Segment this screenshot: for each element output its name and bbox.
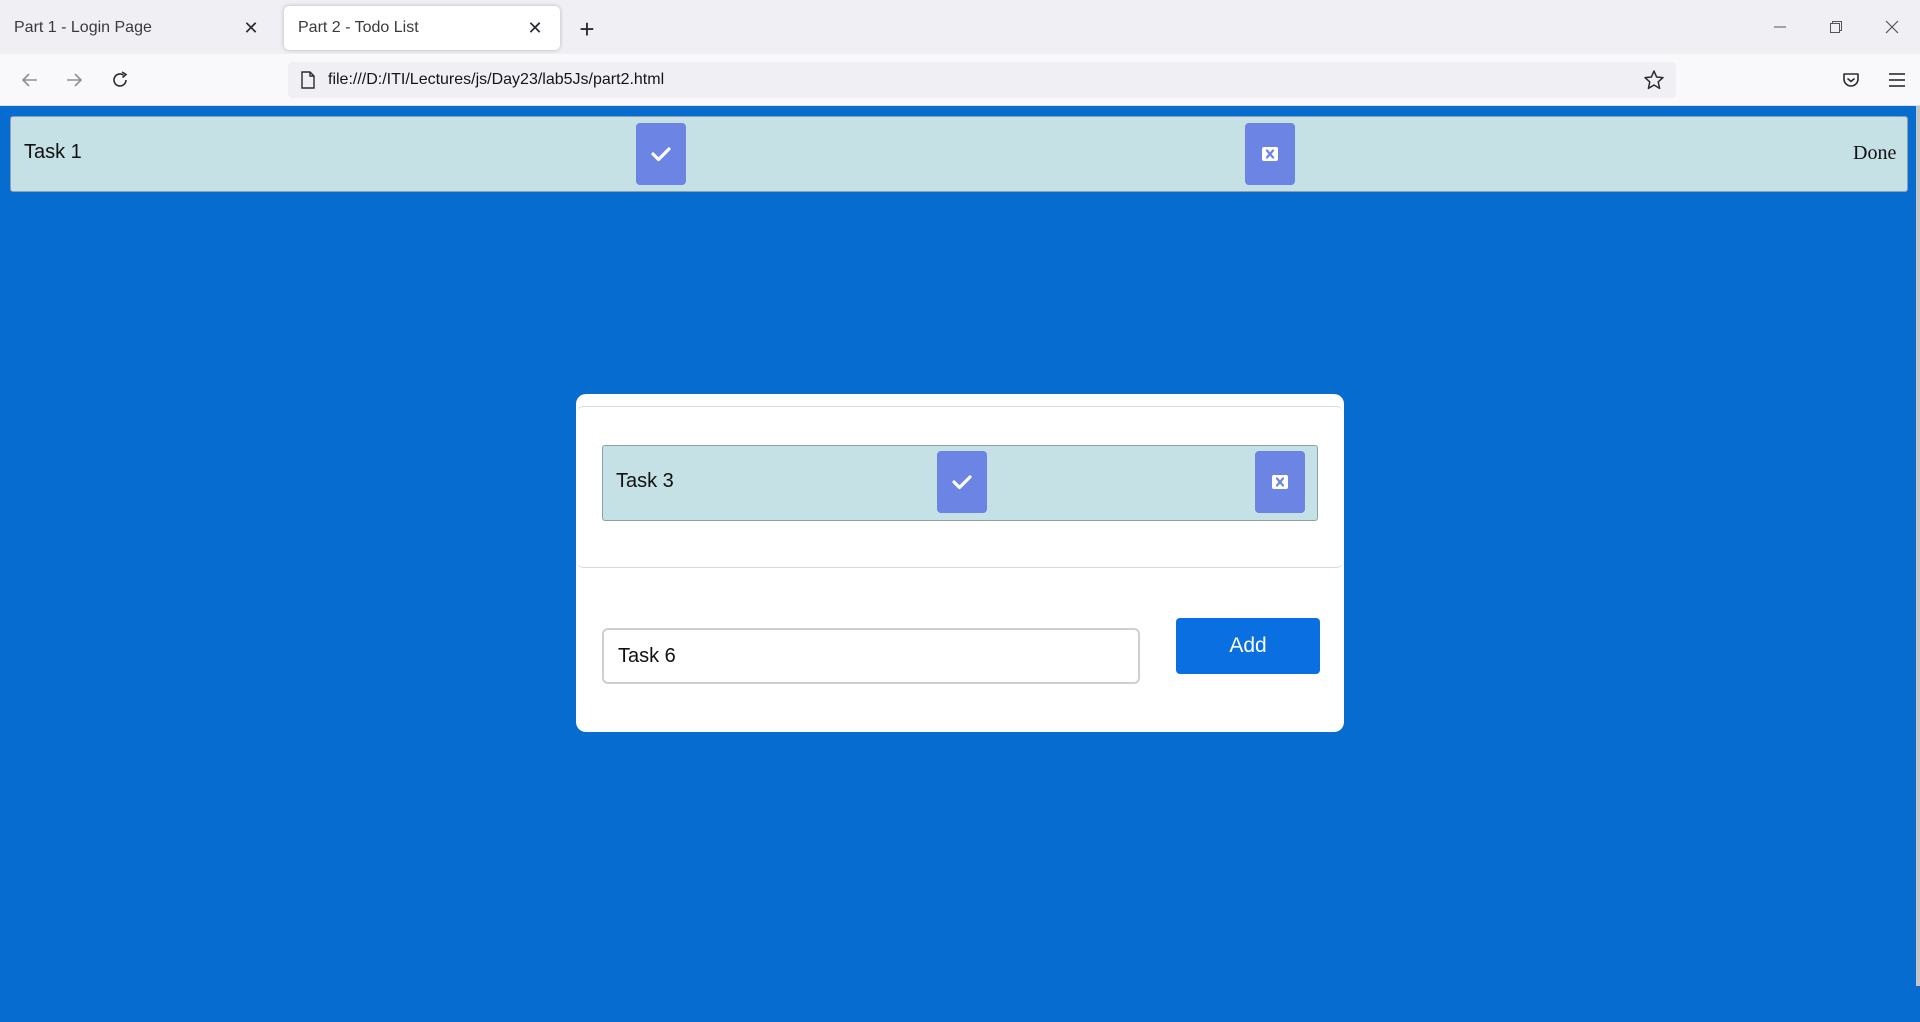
- browser-nav-bar: file:///D:/ITI/Lectures/js/Day23/lab5Js/…: [0, 54, 1920, 106]
- restore-icon[interactable]: [1808, 0, 1864, 54]
- todo-card: Task 3 Add: [576, 394, 1344, 732]
- square-x-icon: [1272, 475, 1288, 489]
- close-tab-icon[interactable]: ✕: [524, 17, 546, 39]
- complete-task-button[interactable]: [937, 451, 987, 513]
- toolbar-right: [1828, 64, 1920, 96]
- bookmark-star-icon[interactable]: [1632, 69, 1676, 91]
- pocket-icon[interactable]: [1828, 64, 1874, 96]
- delete-task-button[interactable]: [1245, 123, 1295, 185]
- pending-task-list: Task 3: [576, 406, 1344, 568]
- close-tab-icon[interactable]: ✕: [240, 17, 262, 39]
- minimize-icon[interactable]: [1752, 0, 1808, 54]
- square-x-icon: [1262, 147, 1278, 161]
- tab-todo-list[interactable]: Part 2 - Todo List ✕: [284, 6, 560, 50]
- window-controls: [1752, 0, 1920, 54]
- browser-tab-bar: Part 1 - Login Page ✕ Part 2 - Todo List…: [0, 0, 1920, 54]
- pending-task-row: Task 3: [602, 445, 1318, 521]
- add-task-button[interactable]: Add: [1176, 618, 1320, 674]
- task-label: Task 1: [24, 141, 82, 163]
- forward-arrow-icon[interactable]: [58, 64, 90, 96]
- page-viewport: Task 1 Done Task 3 Add: [0, 106, 1920, 1022]
- new-tab-plus-icon[interactable]: +: [572, 14, 602, 44]
- done-status-label: Done: [1853, 142, 1897, 164]
- tab-title: Part 2 - Todo List: [298, 19, 419, 36]
- check-icon: [651, 147, 671, 162]
- delete-task-button[interactable]: [1255, 451, 1305, 513]
- page-icon: [288, 71, 328, 89]
- address-bar[interactable]: file:///D:/ITI/Lectures/js/Day23/lab5Js/…: [288, 62, 1676, 98]
- tab-title: Part 1 - Login Page: [14, 19, 152, 36]
- url-text[interactable]: file:///D:/ITI/Lectures/js/Day23/lab5Js/…: [328, 71, 1632, 89]
- check-icon: [952, 475, 972, 490]
- task-label: Task 3: [616, 470, 674, 492]
- complete-task-button[interactable]: [636, 123, 686, 185]
- new-task-input[interactable]: [602, 628, 1140, 684]
- menu-hamburger-icon[interactable]: [1874, 64, 1920, 96]
- done-task-row: Task 1 Done: [10, 116, 1908, 192]
- vertical-scrollbar[interactable]: [1916, 106, 1920, 986]
- back-arrow-icon[interactable]: [14, 64, 46, 96]
- close-window-icon[interactable]: [1864, 0, 1920, 54]
- reload-icon[interactable]: [104, 64, 136, 96]
- tab-login-page[interactable]: Part 1 - Login Page ✕: [0, 6, 276, 50]
